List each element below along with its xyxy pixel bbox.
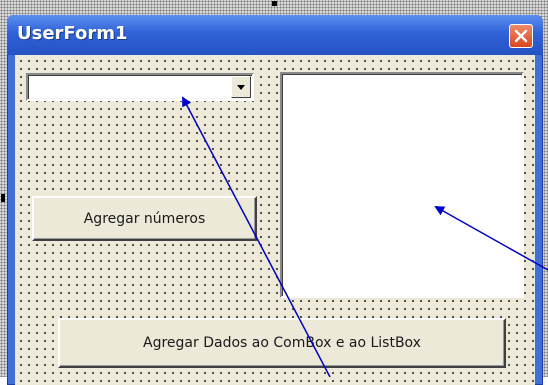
add-numbers-button[interactable]: Agregar números (32, 196, 257, 241)
title-bar[interactable]: UserForm1 (7, 15, 543, 55)
listbox[interactable] (280, 72, 524, 298)
combobox-dropdown-button[interactable] (231, 76, 251, 98)
chevron-down-icon (237, 85, 245, 90)
add-data-label: Agregar Dados ao ComBox e ao ListBox (143, 335, 421, 351)
add-data-button[interactable]: Agregar Dados ao ComBox e ao ListBox (58, 318, 506, 368)
combobox[interactable] (26, 73, 254, 101)
window-title: UserForm1 (17, 23, 128, 44)
resize-handle-left[interactable] (1, 194, 5, 202)
close-button[interactable] (509, 24, 533, 48)
resize-handle-top[interactable] (272, 1, 277, 6)
add-numbers-label: Agregar números (83, 210, 206, 227)
close-icon (514, 29, 528, 43)
